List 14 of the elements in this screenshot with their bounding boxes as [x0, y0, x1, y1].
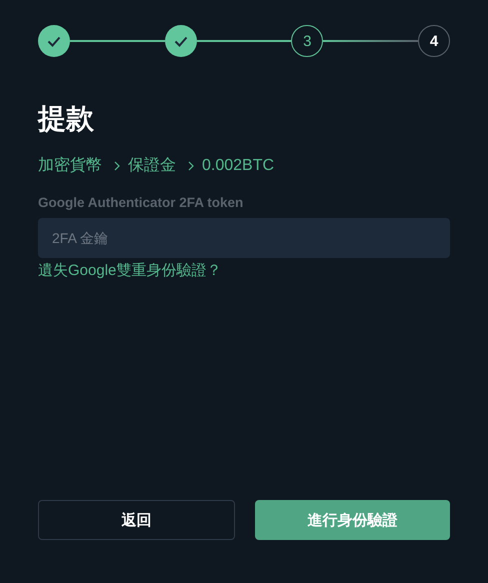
checkmark-icon [47, 36, 61, 46]
field-label: Google Authenticator 2FA token [38, 195, 244, 210]
breadcrumb-item[interactable]: 加密貨幣 [38, 155, 102, 176]
page-title: 提款 [38, 103, 95, 135]
token-input-field[interactable]: 2FA 金鑰 [38, 218, 450, 258]
help-link[interactable]: 遺失Google雙重身份驗證？ [38, 261, 222, 280]
back-button[interactable]: 返回 [38, 500, 235, 540]
breadcrumb-item[interactable]: 0.002BTC [202, 156, 274, 174]
checkmark-icon [174, 36, 188, 46]
chevron-icon [188, 160, 194, 170]
breadcrumb-item[interactable]: 保證金 [128, 155, 176, 176]
chevron-icon [114, 160, 120, 170]
step-indicator: 3 [291, 25, 324, 57]
step-indicator: 4 [418, 25, 450, 57]
